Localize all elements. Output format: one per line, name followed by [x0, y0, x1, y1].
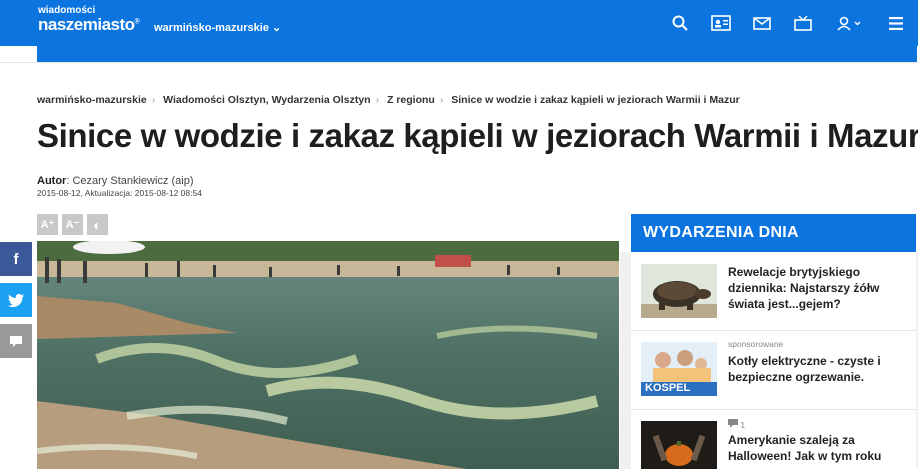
comment-button[interactable]	[0, 324, 32, 358]
facebook-icon: f	[13, 250, 19, 268]
region-selector[interactable]: warmińsko-mazurskie ⌄	[154, 21, 281, 34]
contrast-button[interactable]: ◐	[87, 214, 108, 235]
article-author: Autor: Cezary Stankiewicz (aip)	[37, 175, 194, 187]
breadcrumb: warmińsko-mazurskie › Wiadomości Olsztyn,…	[37, 94, 740, 106]
top-navigation-bar: wiadomości naszemiasto® warmińsko-mazurs…	[0, 0, 918, 46]
breadcrumb-item-section[interactable]: Z regionu	[387, 94, 435, 106]
tv-icon[interactable]	[793, 13, 813, 33]
font-increase-button[interactable]: A⁺	[37, 214, 58, 235]
sidebar-heading: WYDARZENIA DNIA	[631, 214, 916, 252]
comment-count: 1	[728, 419, 745, 430]
author-name[interactable]: Cezary Stankiewicz (aip)	[72, 175, 193, 187]
kospel-thumbnail: KOSPEL	[641, 342, 717, 396]
divider	[0, 62, 918, 63]
sponsored-label: sponsorowane	[728, 339, 784, 349]
twitter-share-button[interactable]	[0, 283, 32, 317]
article-photo	[37, 241, 619, 469]
facebook-share-button[interactable]: f	[0, 242, 32, 276]
twitter-icon	[8, 293, 24, 307]
author-label: Autor	[37, 175, 67, 187]
sidebar-sponsored-item[interactable]: sponsorowane KOSPEL Kotły elektryczne - …	[631, 331, 916, 410]
breadcrumb-item-city[interactable]: Wiadomości Olsztyn, Wydarzenia Olsztyn	[163, 94, 370, 106]
id-card-icon[interactable]	[711, 13, 731, 33]
comment-icon	[10, 335, 22, 347]
user-icon[interactable]	[836, 13, 864, 33]
sidebar-news-item[interactable]: Rewelacje brytyjskiego dziennika: Najsta…	[631, 252, 916, 331]
sub-navigation-bar	[37, 46, 917, 62]
breadcrumb-item-region[interactable]: warmińsko-mazurskie	[37, 94, 147, 106]
turtle-thumbnail	[641, 264, 717, 318]
font-decrease-button[interactable]: A⁻	[62, 214, 83, 235]
halloween-thumbnail	[641, 421, 717, 469]
site-logo[interactable]: naszemiasto®	[38, 15, 140, 35]
sidebar-item-title[interactable]: Rewelacje brytyjskiego dziennika: Najsta…	[728, 264, 906, 312]
search-icon[interactable]	[670, 13, 690, 33]
mail-icon[interactable]	[752, 13, 772, 33]
comment-count-icon	[728, 419, 738, 428]
breadcrumb-item-current: Sinice w wodzie i zakaz kąpieli w jezior…	[451, 94, 740, 106]
menu-icon[interactable]	[886, 13, 906, 33]
sidebar-item-title[interactable]: Kotły elektryczne - czyste i bezpieczne …	[728, 353, 906, 385]
sidebar-item-title[interactable]: Amerykanie szaleją za Halloween! Jak w t…	[728, 432, 906, 469]
article-dates: 2015-08-12, Aktualizacja: 2015-08-12 08:…	[37, 188, 202, 198]
article-title: Sinice w wodzie i zakaz kąpieli w jezior…	[37, 117, 918, 154]
sidebar-news-item[interactable]: 1 Amerykanie szaleją za Halloween! Jak w…	[631, 410, 916, 469]
font-tools: A⁺ A⁻ ◐	[37, 214, 108, 235]
kospel-logo: KOSPEL	[645, 382, 691, 394]
